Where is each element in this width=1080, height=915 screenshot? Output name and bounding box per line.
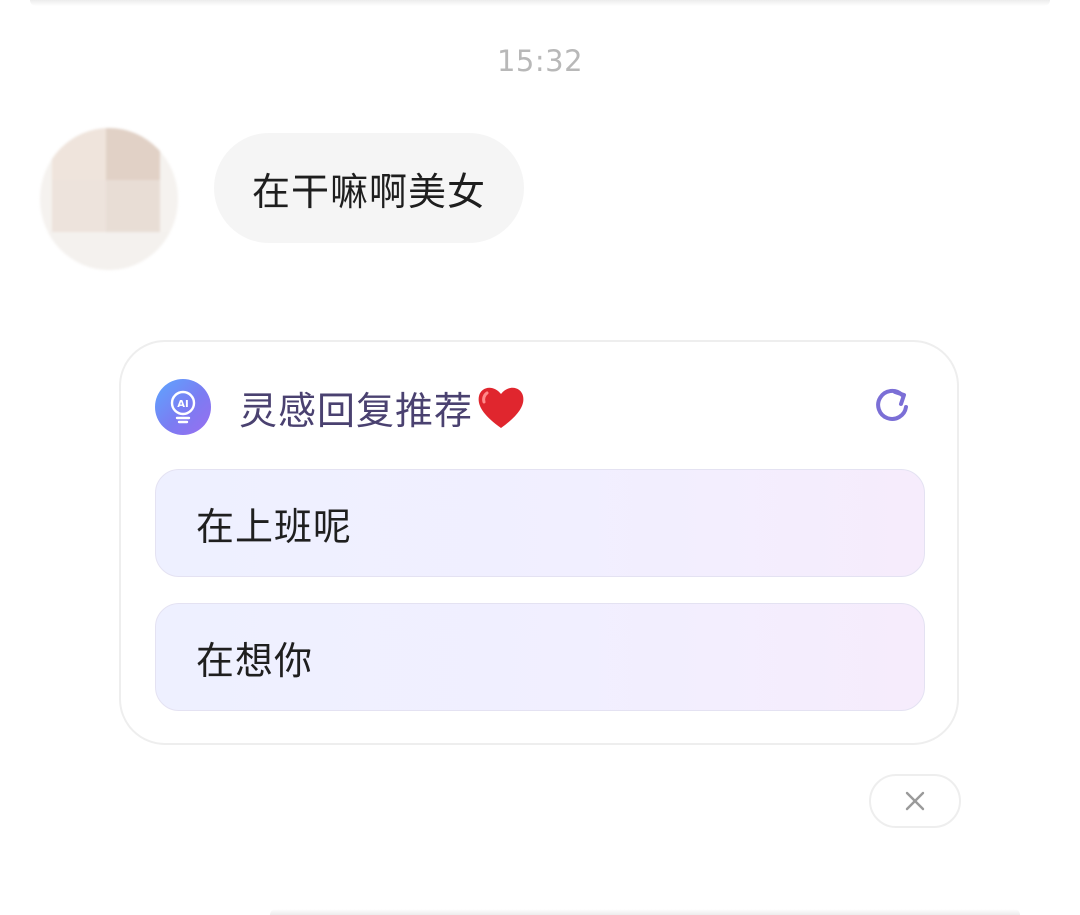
- close-icon: [905, 791, 925, 811]
- top-divider: [30, 0, 1050, 6]
- suggestion-option-1[interactable]: 在上班呢: [155, 469, 925, 577]
- card-header: AI 灵感回复推荐: [155, 378, 923, 436]
- suggestion-option-2[interactable]: 在想你: [155, 603, 925, 711]
- card-title: 灵感回复推荐: [239, 380, 527, 435]
- close-button[interactable]: [869, 774, 961, 828]
- ai-icon-label: AI: [177, 399, 188, 410]
- contact-avatar[interactable]: [40, 128, 178, 270]
- card-title-text: 灵感回复推荐: [239, 388, 474, 433]
- message-timestamp: 15:32: [496, 44, 584, 78]
- refresh-icon[interactable]: [871, 386, 913, 428]
- red-heart-icon: [478, 387, 524, 428]
- incoming-message-bubble[interactable]: 在干嘛啊美女: [214, 133, 525, 243]
- chat-screen: 15:32 在干嘛啊美女 AI 灵感回复推荐 在上班呢 在想你: [0, 0, 1080, 915]
- reply-suggestion-card: AI 灵感回复推荐 在上班呢 在想你: [119, 340, 959, 745]
- ai-lightbulb-icon: AI: [155, 379, 211, 435]
- bottom-divider: [270, 909, 1020, 915]
